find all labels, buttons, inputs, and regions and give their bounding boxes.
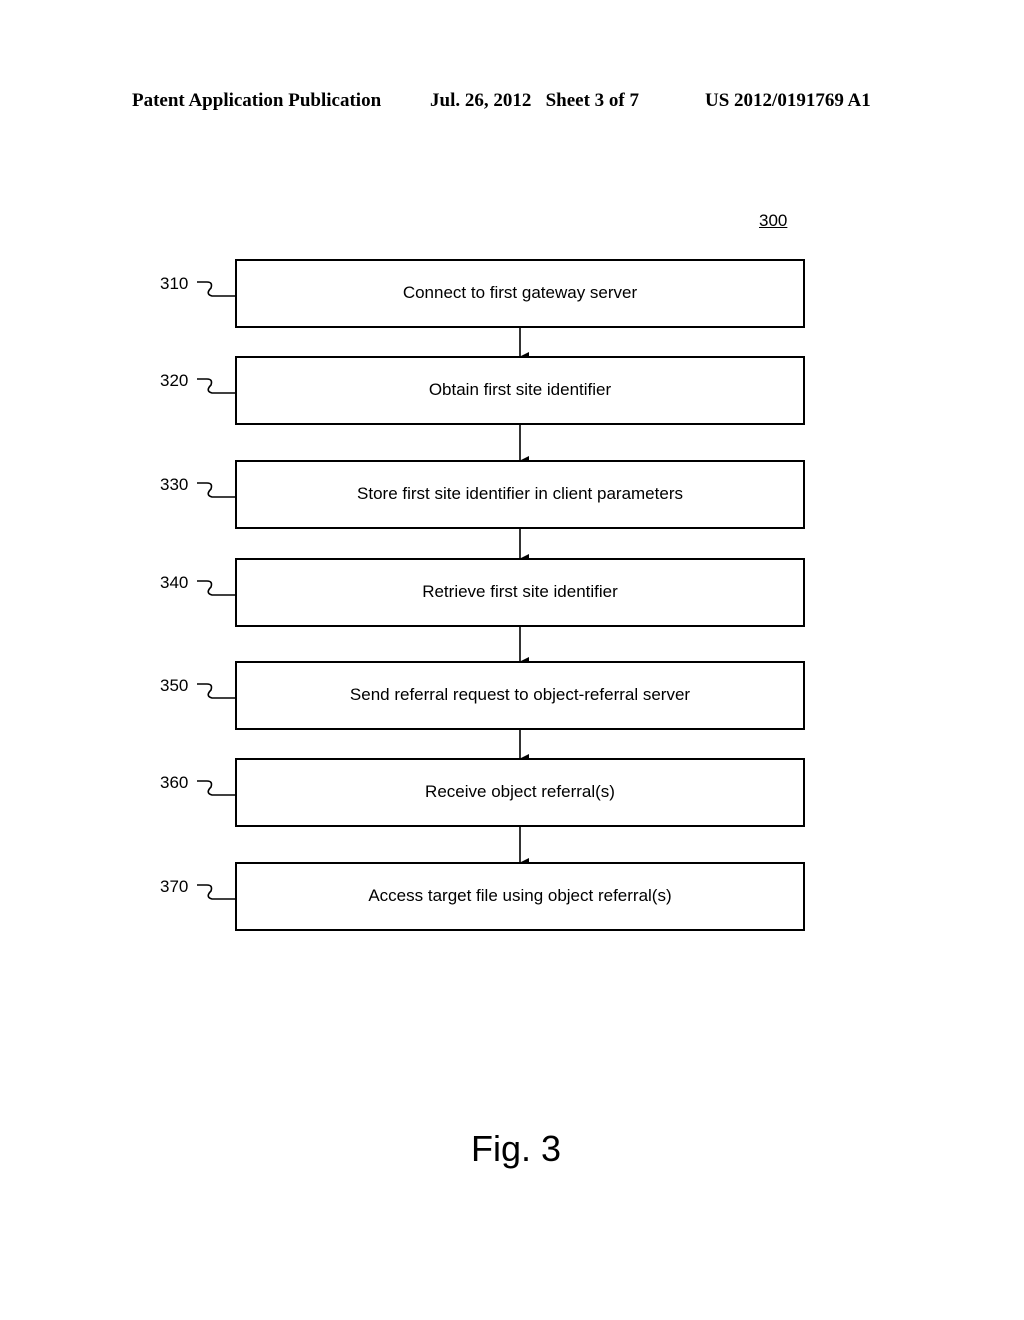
step-reference-number: 320 (160, 371, 188, 390)
leader-line-icon (197, 482, 236, 498)
flow-step-360: Receive object referral(s) 360 (160, 758, 805, 827)
step-reference-number: 350 (160, 676, 188, 695)
step-label: Access target file using object referral… (368, 886, 671, 905)
flow-step-350: Send referral request to object-referral… (160, 661, 805, 730)
flowchart: Connect to first gateway server 310 Obtain… (160, 259, 805, 931)
step-label: Retrieve first site identifier (422, 582, 618, 601)
leader-line-icon (197, 780, 236, 796)
leader-line-icon (197, 683, 236, 699)
step-label: Send referral request to object-referral… (350, 685, 690, 704)
leader-line-icon (197, 884, 236, 900)
leader-line-icon (197, 281, 236, 297)
flow-step-310: Connect to first gateway server 310 (160, 259, 805, 328)
leader-line-icon (197, 378, 236, 394)
flow-step-330: Store first site identifier in client pa… (160, 460, 805, 529)
flow-step-370: Access target file using object referral… (160, 862, 805, 931)
flow-step-320: Obtain first site identifier 320 (160, 356, 805, 425)
flow-step-340: Retrieve first site identifier 340 (160, 558, 805, 627)
leader-line-icon (197, 580, 236, 596)
step-label: Store first site identifier in client pa… (357, 484, 683, 503)
step-reference-number: 310 (160, 274, 188, 293)
step-label: Receive object referral(s) (425, 782, 615, 801)
step-reference-number: 370 (160, 877, 188, 896)
step-reference-number: 360 (160, 773, 188, 792)
figure-caption: Fig. 3 (471, 1128, 562, 1169)
step-reference-number: 330 (160, 475, 188, 494)
step-label: Obtain first site identifier (429, 380, 612, 399)
step-label: Connect to first gateway server (403, 283, 638, 302)
step-reference-number: 340 (160, 573, 188, 592)
